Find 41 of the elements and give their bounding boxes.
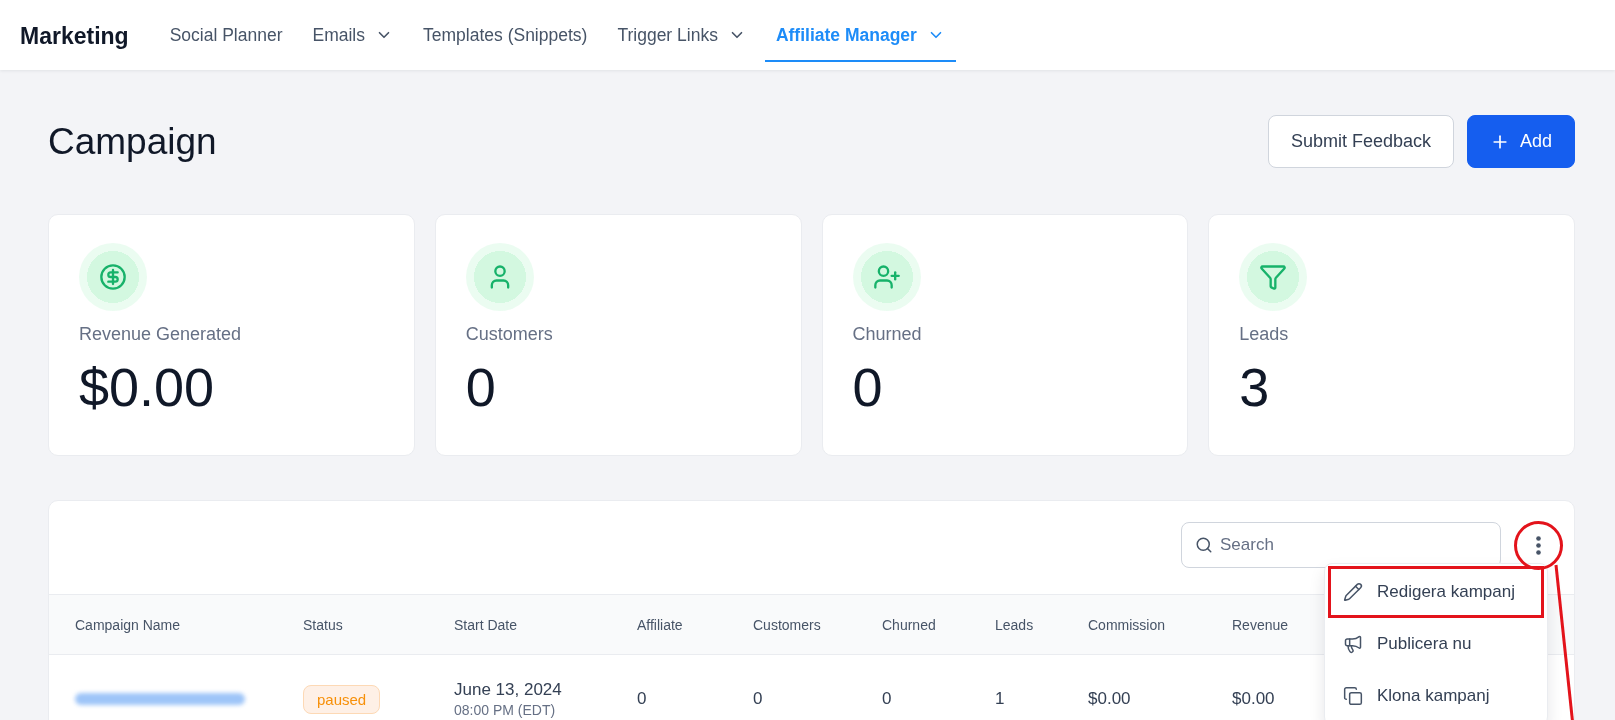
menu-item[interactable]: Redigera kampanj: [1328, 566, 1544, 618]
vertical-dots-icon: [1535, 535, 1541, 555]
stat-value: 0: [852, 360, 883, 414]
start-time: 08:00 PM (EDT): [454, 701, 556, 719]
stat-value: $0.00: [79, 360, 215, 414]
column-header: Customers: [753, 616, 821, 633]
column-header: Leads: [995, 616, 1034, 633]
stat-value: 3: [1239, 360, 1270, 414]
nav-tab[interactable]: Emails: [301, 10, 404, 62]
pencil-icon: [1343, 582, 1363, 602]
stat-label: Revenue Generated: [79, 323, 242, 345]
column-header: Campaign Name: [75, 616, 181, 633]
column-header: Churned: [882, 616, 936, 633]
search-icon: [1195, 536, 1213, 554]
megaphone-icon: [1343, 634, 1363, 654]
add-button[interactable]: Add: [1466, 115, 1575, 168]
stat-label: Leads: [1239, 323, 1289, 345]
column-header: Start Date: [454, 616, 518, 633]
stat-value: 0: [465, 360, 496, 414]
table-cell: 0: [882, 689, 892, 709]
table-cell: $0.00: [1232, 689, 1275, 709]
column-header: Commission: [1088, 616, 1165, 633]
stat-label: Churned: [852, 323, 922, 345]
status-badge: paused: [303, 684, 381, 714]
table-cell: 0: [753, 689, 763, 709]
table-cell: 0: [637, 689, 647, 709]
column-header: Status: [303, 616, 343, 633]
nav-tab[interactable]: Social Planner: [158, 10, 294, 62]
column-header: Affiliate: [637, 616, 683, 633]
stat-label: Customers: [465, 323, 553, 345]
start-date: June 13, 2024: [454, 679, 562, 700]
nav-tab[interactable]: Templates (Snippets): [412, 10, 599, 62]
search-field[interactable]: Search: [1181, 522, 1501, 568]
feedback-button[interactable]: Submit Feedback: [1267, 115, 1454, 168]
column-header: Revenue: [1232, 616, 1289, 633]
nav-tab[interactable]: Trigger Links: [606, 10, 757, 62]
page-title: Campaign: [48, 120, 217, 163]
table-cell: 1: [995, 689, 1005, 709]
brand-title: Marketing: [20, 21, 129, 51]
copy-icon: [1343, 686, 1363, 706]
table-cell: $0.00: [1088, 689, 1131, 709]
